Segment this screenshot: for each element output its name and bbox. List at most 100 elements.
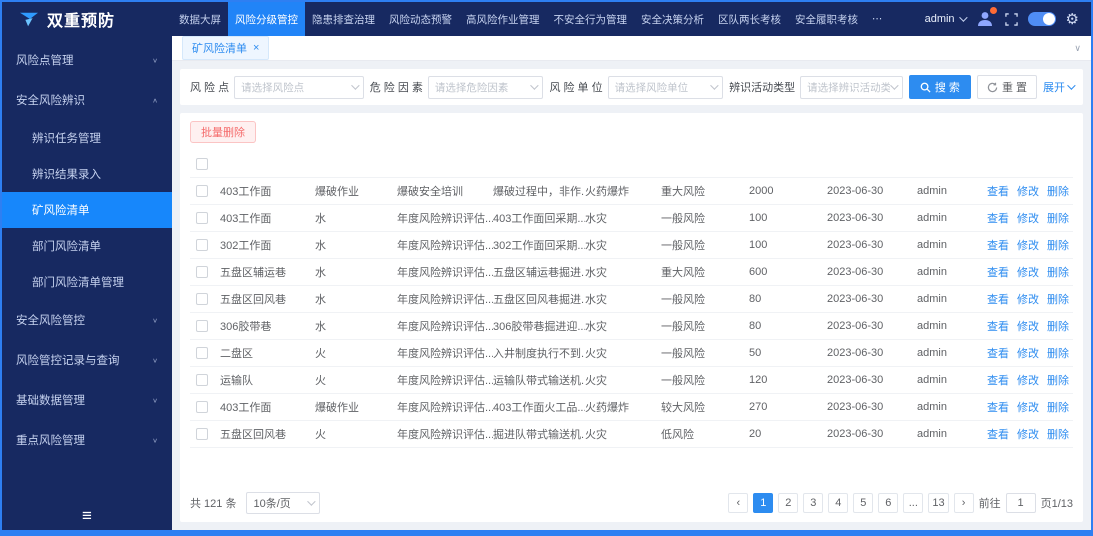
page-button[interactable]: 13 [928, 493, 949, 513]
filter-select[interactable]: 请选择辨识活动类型 [800, 75, 903, 99]
page-button[interactable]: 1 [753, 493, 774, 513]
batch-delete-button[interactable]: 批量删除 [190, 121, 256, 143]
avatar[interactable] [975, 6, 998, 29]
next-page-button[interactable]: › [953, 493, 974, 513]
delete-link[interactable]: 删除 [1047, 318, 1069, 334]
cell-risk-point: 403工作面 [220, 402, 272, 414]
edit-link[interactable]: 修改 [1017, 291, 1039, 307]
reset-button[interactable]: 重 置 [976, 75, 1037, 99]
delete-link[interactable]: 删除 [1047, 291, 1069, 307]
edit-link[interactable]: 修改 [1017, 426, 1039, 442]
sidebar-item[interactable]: 重点风险管理 ∨ [2, 420, 172, 460]
view-link[interactable]: 查看 [987, 183, 1009, 199]
top-nav-item[interactable]: 数据大屏 [172, 2, 228, 36]
cell-risk-point: 403工作面 [220, 186, 272, 198]
tabbar-collapse-icon[interactable]: ∨ [1074, 43, 1081, 54]
sidebar-item[interactable]: 辨识结果录入 [2, 156, 172, 192]
top-nav-item[interactable]: 不安全行为管理 [547, 2, 635, 36]
row-checkbox[interactable] [196, 401, 208, 413]
sidebar-item[interactable]: 辨识任务管理 [2, 120, 172, 156]
page-button[interactable]: 6 [878, 493, 899, 513]
page-button[interactable]: 4 [828, 493, 849, 513]
filter-group: 风 险 点 请选择风险点 [190, 75, 364, 99]
select-all-checkbox[interactable] [196, 158, 208, 170]
view-link[interactable]: 查看 [987, 345, 1009, 361]
edit-link[interactable]: 修改 [1017, 345, 1039, 361]
filter-select[interactable]: 请选择风险点 [234, 75, 364, 99]
view-link[interactable]: 查看 [987, 318, 1009, 334]
search-button[interactable]: 搜 索 [908, 75, 971, 99]
row-checkbox[interactable] [196, 428, 208, 440]
prev-page-button[interactable]: ‹ [728, 493, 749, 513]
page-button[interactable]: 5 [853, 493, 874, 513]
view-link[interactable]: 查看 [987, 291, 1009, 307]
row-checkbox[interactable] [196, 347, 208, 359]
top-nav-item[interactable]: 风险动态预警 [382, 2, 459, 36]
edit-link[interactable]: 修改 [1017, 183, 1039, 199]
filter-label: 风 险 单 位 [549, 82, 603, 94]
sidebar-item[interactable]: 风险管控记录与查询 ∨ [2, 340, 172, 380]
row-actions: 查看 修改 删除 [987, 291, 1073, 307]
top-nav-item[interactable]: 隐患排查治理 [305, 2, 382, 36]
sidebar-item[interactable]: 矿风险清单 [2, 192, 172, 228]
row-checkbox[interactable] [196, 293, 208, 305]
view-link[interactable]: 查看 [987, 264, 1009, 280]
top-nav-item[interactable]: 安全履职考核 [788, 2, 865, 36]
expand-link[interactable]: 展开 [1043, 79, 1076, 95]
top-nav-item[interactable]: 高风险作业管理 [459, 2, 547, 36]
edit-link[interactable]: 修改 [1017, 264, 1039, 280]
delete-link[interactable]: 删除 [1047, 426, 1069, 442]
view-link[interactable]: 查看 [987, 372, 1009, 388]
collapse-menu-icon[interactable]: ≡ [82, 507, 92, 524]
sidebar-item[interactable]: 基础数据管理 ∨ [2, 380, 172, 420]
fullscreen-icon[interactable] [1004, 12, 1018, 26]
row-checkbox[interactable] [196, 320, 208, 332]
delete-link[interactable]: 删除 [1047, 345, 1069, 361]
row-checkbox[interactable] [196, 239, 208, 251]
tab-mine-risk-list[interactable]: 矿风险清单 × [182, 36, 270, 60]
edit-link[interactable]: 修改 [1017, 210, 1039, 226]
goto-page-input[interactable] [1005, 493, 1036, 513]
sidebar-item[interactable]: 风险点管理 ∨ [2, 40, 172, 80]
sidebar-item[interactable]: 部门风险清单管理 [2, 264, 172, 300]
row-checkbox[interactable] [196, 212, 208, 224]
table-row: 403工作面 爆破作业 年度风险辨识评估... 403工作面火工品... 火药爆… [190, 394, 1073, 421]
filter-select[interactable]: 请选择危险因素 [427, 75, 544, 99]
user-menu[interactable]: admin [925, 13, 968, 25]
page-button[interactable]: 2 [778, 493, 799, 513]
page-button[interactable]: 3 [803, 493, 824, 513]
delete-link[interactable]: 删除 [1047, 264, 1069, 280]
view-link[interactable]: 查看 [987, 237, 1009, 253]
cell-hazard-factor: 水 [315, 240, 326, 252]
filter-select[interactable]: 请选择风险单位 [607, 75, 724, 99]
top-nav-item[interactable]: ⋯ [865, 2, 890, 36]
edit-link[interactable]: 修改 [1017, 318, 1039, 334]
chevron-down-icon [1067, 81, 1076, 90]
row-checkbox[interactable] [196, 374, 208, 386]
edit-link[interactable]: 修改 [1017, 237, 1039, 253]
top-nav-item[interactable]: 风险分级管控 [228, 2, 305, 36]
row-checkbox[interactable] [196, 266, 208, 278]
sidebar-item[interactable]: 部门风险清单 [2, 228, 172, 264]
edit-link[interactable]: 修改 [1017, 372, 1039, 388]
top-nav-item[interactable]: 安全决策分析 [634, 2, 711, 36]
page-button[interactable]: ... [903, 493, 924, 513]
theme-toggle[interactable] [1027, 12, 1056, 26]
settings-gear-icon[interactable]: ⚙ [1066, 12, 1079, 27]
view-link[interactable]: 查看 [987, 426, 1009, 442]
delete-link[interactable]: 删除 [1047, 399, 1069, 415]
page-size-select[interactable]: 10条/页 [246, 492, 321, 514]
view-link[interactable]: 查看 [987, 399, 1009, 415]
view-link[interactable]: 查看 [987, 210, 1009, 226]
delete-link[interactable]: 删除 [1047, 210, 1069, 226]
row-checkbox[interactable] [196, 185, 208, 197]
edit-link[interactable]: 修改 [1017, 399, 1039, 415]
cell-risk-count: 80 [749, 320, 762, 332]
sidebar-item[interactable]: 安全风险管控 ∨ [2, 300, 172, 340]
top-nav-item[interactable]: 区队两长考核 [711, 2, 788, 36]
delete-link[interactable]: 删除 [1047, 183, 1069, 199]
delete-link[interactable]: 删除 [1047, 237, 1069, 253]
sidebar-item[interactable]: 安全风险辨识 ∧ [2, 80, 172, 120]
tab-close-icon[interactable]: × [253, 42, 259, 54]
delete-link[interactable]: 删除 [1047, 372, 1069, 388]
